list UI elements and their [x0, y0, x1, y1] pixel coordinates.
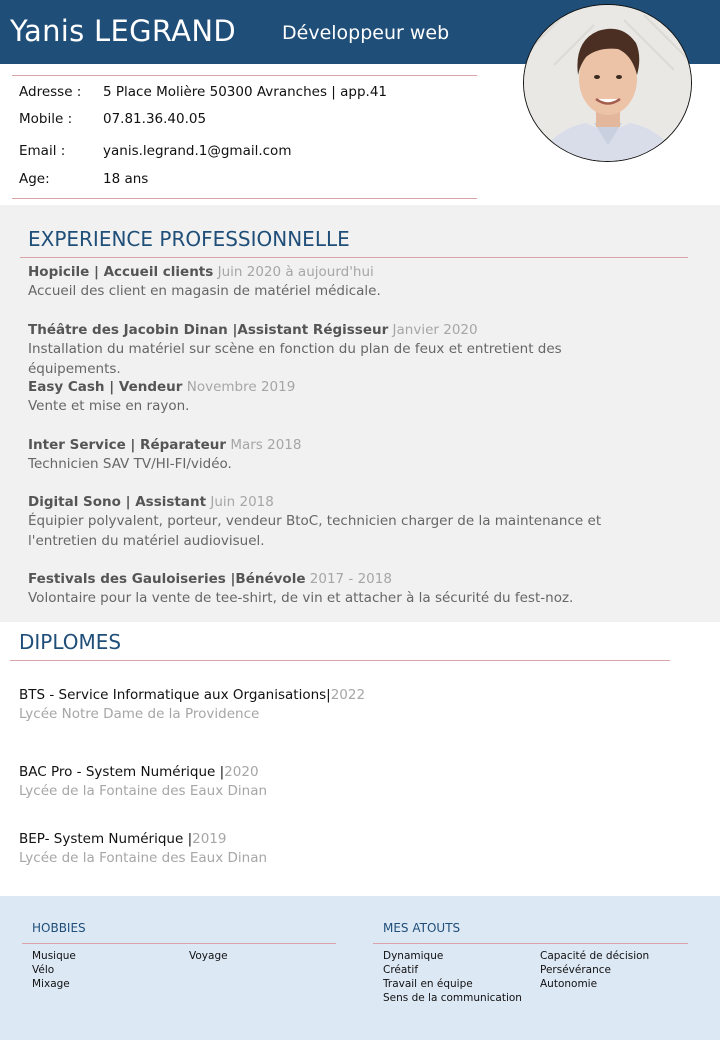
experience-item-date: Mars 2018: [226, 437, 302, 453]
portrait-illustration: [524, 5, 691, 161]
contact-top-divider: [12, 75, 477, 76]
address-value: 5 Place Molière 50300 Avranches | app.41: [103, 84, 388, 100]
diploma-name: BTS - Service Informatique aux Organisat…: [19, 687, 365, 703]
experience-item-company: Easy Cash | Vendeur: [28, 379, 183, 395]
address-label: Adresse :: [19, 84, 82, 100]
hobby-item: Musique: [32, 950, 76, 962]
atout-item: Autonomie: [540, 978, 598, 990]
experience-item-company: Théâtre des Jacobin Dinan |Assistant Rég…: [28, 322, 389, 338]
experience-item-date: Novembre 2019: [182, 379, 296, 395]
experience-item-description: Vente et mise en rayon.: [28, 398, 190, 414]
experience-item-company: Festivals des Gauloiseries |Bénévole: [28, 571, 306, 587]
atouts-divider: [373, 943, 688, 944]
contact-bottom-divider: [12, 198, 477, 199]
email-value: yanis.legrand.1@gmail.com: [103, 143, 292, 159]
hobby-item: Voyage: [189, 950, 228, 962]
experience-divider: [20, 257, 688, 258]
diploma-name: BEP- System Numérique |2019: [19, 831, 226, 847]
atout-item: Capacité de décision: [540, 950, 650, 962]
experience-item-description: Accueil des client en magasin de matérie…: [28, 283, 381, 299]
experience-item-heading: Hopicile | Accueil clients Juin 2020 à a…: [28, 264, 374, 280]
age-value: 18 ans: [103, 171, 149, 187]
diploma-label: BEP- System Numérique |: [19, 831, 193, 847]
experience-item-description: Installation du matériel sur scène en fo…: [28, 341, 562, 377]
experience-item-description: Volontaire pour la vente de tee-shirt, d…: [28, 590, 574, 606]
experience-item-description: Technicien SAV TV/HI-FI/vidéo.: [28, 456, 232, 472]
diploma-label: BTS - Service Informatique aux Organisat…: [19, 687, 331, 703]
hobby-item: Vélo: [32, 964, 55, 976]
experience-title: EXPERIENCE PROFESSIONNELLE: [28, 227, 350, 251]
job-title: Développeur web: [282, 22, 450, 44]
diploma-year: 2020: [224, 764, 259, 780]
diploma-year: 2022: [330, 687, 366, 703]
atout-item: Dynamique: [383, 950, 444, 962]
diploma-school: Lycée de la Fontaine des Eaux Dinan: [19, 850, 268, 866]
experience-item-heading: Digital Sono | Assistant Juin 2018: [28, 494, 274, 510]
diploma-label: BAC Pro - System Numérique |: [19, 764, 225, 780]
diploma-school: Lycée Notre Dame de la Providence: [19, 706, 260, 722]
age-label: Age:: [19, 171, 50, 187]
experience-item-date: Juin 2018: [206, 494, 274, 510]
experience-item-date: Juin 2020 à aujourd'hui: [213, 264, 374, 280]
mobile-label: Mobile :: [19, 111, 73, 127]
diplomas-divider: [10, 660, 670, 661]
footer-section: [0, 896, 720, 1040]
experience-item-company: Hopicile | Accueil clients: [28, 264, 214, 280]
experience-item-company: Inter Service | Réparateur: [28, 437, 227, 453]
diploma-year: 2019: [192, 831, 227, 847]
hobbies-divider: [22, 943, 336, 944]
atout-item: Persévérance: [540, 964, 611, 976]
candidate-name: Yanis LEGRAND: [10, 14, 236, 48]
experience-item-date: Janvier 2020: [388, 322, 478, 338]
experience-item-heading: Théâtre des Jacobin Dinan |Assistant Rég…: [28, 322, 478, 338]
diploma-name: BAC Pro - System Numérique |2020: [19, 764, 259, 780]
experience-item-date: 2017 - 2018: [305, 571, 392, 587]
experience-item-company: Digital Sono | Assistant: [28, 494, 207, 510]
diplomas-title: DIPLOMES: [19, 630, 122, 654]
mobile-value: 07.81.36.40.05: [103, 111, 207, 127]
email-label: Email :: [19, 143, 66, 159]
hobby-item: Mixage: [32, 978, 70, 990]
profile-photo: [523, 4, 692, 162]
atout-item: Travail en équipe: [383, 978, 473, 990]
atouts-title: MES ATOUTS: [383, 921, 461, 935]
atout-item: Créatif: [383, 964, 419, 976]
atout-item: Sens de la communication: [383, 992, 522, 1004]
experience-item-heading: Inter Service | Réparateur Mars 2018: [28, 437, 301, 453]
experience-item-heading: Easy Cash | Vendeur Novembre 2019: [28, 379, 295, 395]
hobbies-title: HOBBIES: [32, 921, 86, 935]
diploma-school: Lycée de la Fontaine des Eaux Dinan: [19, 783, 268, 799]
experience-item-heading: Festivals des Gauloiseries |Bénévole 201…: [28, 571, 392, 587]
experience-item-description: Équipier polyvalent, porteur, vendeur Bt…: [28, 513, 602, 549]
